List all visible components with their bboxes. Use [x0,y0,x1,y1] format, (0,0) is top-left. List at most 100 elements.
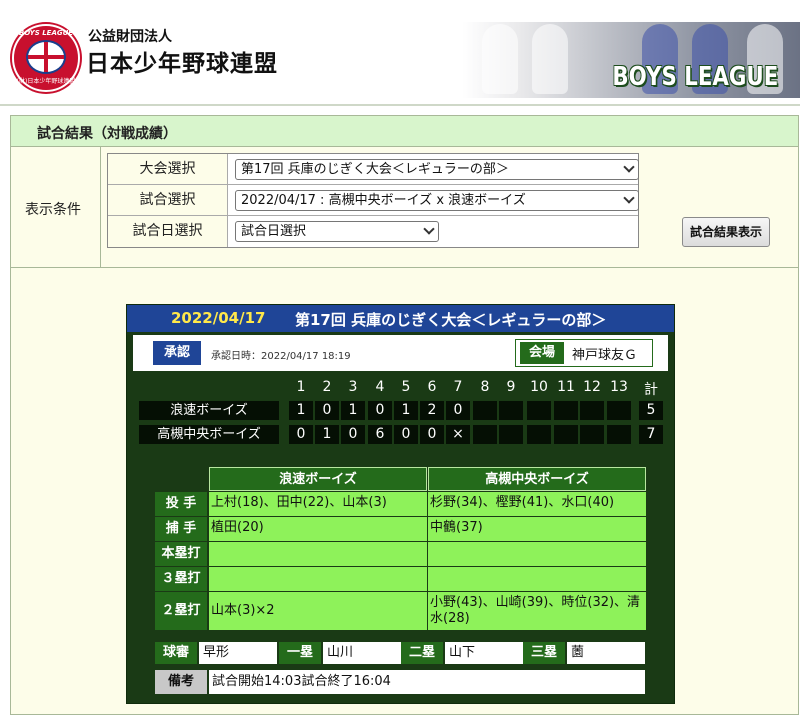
score-cell: 0 [446,401,470,420]
logo-top-text: BOYS LEAGUE [18,29,74,37]
umpire-label: 三塁 [523,642,565,664]
score-cell [473,425,497,444]
tournament-label: 大会選択 [108,154,228,184]
team-name-away: 浪速ボーイズ [139,401,279,420]
total-cell: 7 [639,425,663,444]
score-cell: 1 [315,425,339,444]
game-label: 試合選択 [108,185,228,215]
org-type: 公益財団法人 [88,29,172,45]
condition-area: 大会選択 第17回 兵庫のじぎく大会＜レギュラーの部＞ 試合選択 2022/04… [101,147,798,268]
team-name-home: 高槻中央ボーイズ [139,425,279,444]
pitcher-home: 杉野(34)、樫野(41)、水口(40) [428,492,646,516]
score-cell [527,401,551,420]
score-cell: 0 [394,425,418,444]
score-cell: 1 [394,401,418,420]
score-cell [554,425,578,444]
tournament-row: 大会選択 第17回 兵庫のじぎく大会＜レギュラーの部＞ [108,154,639,185]
approval-bar: 承認 承認日時：2022/04/17 18:19 会場 神戸球友Ｇ [133,335,668,371]
condition-label-cell: 表示条件 [11,147,101,268]
player-silhouette [482,24,518,94]
game-row: 試合選択 2022/04/17 : 高槻中央ボーイズ x 浪速ボーイズ [108,185,639,216]
score-cell: 0 [420,425,444,444]
stats-header-away: 浪速ボーイズ [209,467,427,491]
homerun-label: 本塁打 [155,542,207,566]
inning-number: 5 [401,379,411,395]
inning-number: 2 [322,379,332,395]
double-home: 小野(43)、山崎(39)、時位(32)、清水(28) [428,592,646,630]
game-date-select[interactable]: 試合日選択 [235,221,439,242]
score-cell: 1 [289,401,313,420]
catcher-label: 捕 手 [155,517,207,541]
logo-bottom-text: (財)日本少年野球連盟 [16,78,76,85]
total-header: 計 [644,382,658,398]
inning-number: 11 [557,379,575,395]
catcher-home: 中鶴(37) [428,517,646,541]
inning-number: 9 [506,379,516,395]
total-cell: 5 [639,401,663,420]
org-name[interactable]: 日本少年野球連盟 [86,44,278,78]
inning-number: 1 [296,379,306,395]
score-cell: 1 [341,401,365,420]
score-cell: 0 [368,401,392,420]
site-header: BOYS LEAGUE (財)日本少年野球連盟 公益財団法人 日本少年野球連盟 … [0,0,800,104]
page-title: 試合結果（対戦成績） [37,126,177,142]
score-cell: 2 [420,401,444,420]
triple-label: ３塁打 [155,567,207,591]
umpire-label: 二塁 [401,642,443,664]
score-cell: 0 [289,425,313,444]
boys-league-logo[interactable]: BOYS LEAGUE (財)日本少年野球連盟 [12,24,80,92]
pitcher-away: 上村(18)、田中(22)、山本(3) [209,492,427,516]
chevron-down-icon [423,223,435,235]
result-header: 2022/04/17 第17回 兵庫のじぎく大会＜レギュラーの部＞ [127,305,674,332]
score-cell [607,401,631,420]
stats-header-home: 高槻中央ボーイズ [428,467,646,491]
catcher-away: 植田(20) [209,517,427,541]
show-result-button[interactable]: 試合結果表示 [682,217,770,247]
score-cell: 6 [368,425,392,444]
result-date: 2022/04/17 [171,309,266,327]
score-cell [580,425,604,444]
condition-label: 表示条件 [25,202,81,218]
inning-number: 6 [427,379,437,395]
double-label: ２塁打 [155,592,207,630]
inning-number: 10 [530,379,548,395]
pitcher-label: 投 手 [155,492,207,516]
player-silhouette [532,24,568,94]
game-select[interactable]: 2022/04/17 : 高槻中央ボーイズ x 浪速ボーイズ [235,190,639,211]
score-cell [554,401,578,420]
venue-value: 神戸球友Ｇ [572,348,638,363]
result-title: 第17回 兵庫のじぎく大会＜レギュラーの部＞ [295,311,607,329]
baseball-icon [26,40,66,74]
double-away: 山本(3)×2 [209,592,427,630]
inning-number: 4 [375,379,385,395]
tournament-select[interactable]: 第17回 兵庫のじぎく大会＜レギュラーの部＞ [235,159,639,180]
homerun-home [428,542,646,566]
triple-away [209,567,427,591]
inning-number: 8 [480,379,490,395]
game-result-box: 2022/04/17 第17回 兵庫のじぎく大会＜レギュラーの部＞ 承認 承認日… [126,304,675,704]
umpire-name: 山下 [445,642,523,664]
score-cell: 0 [315,401,339,420]
venue-label: 会場 [520,342,564,364]
approval-time: 承認日時：2022/04/17 18:19 [211,351,351,362]
banner-title: BOYS LEAGUE [612,62,778,92]
score-cell [473,401,497,420]
header-divider [0,104,800,106]
condition-table: 大会選択 第17回 兵庫のじぎく大会＜レギュラーの部＞ 試合選択 2022/04… [107,153,639,248]
score-cell: × [446,425,470,444]
game-date-select-value: 試合日選択 [241,224,307,239]
homerun-away [209,542,427,566]
inning-number: 13 [610,379,628,395]
approval-badge: 承認 [153,341,201,365]
umpire-name: 山川 [323,642,401,664]
venue-box: 会場 神戸球友Ｇ [515,339,653,367]
panel-title-bar: 試合結果（対戦成績） [11,116,798,147]
umpire-label: 球審 [155,642,197,664]
triple-home [428,567,646,591]
score-cell [499,401,523,420]
umpire-name: 早形 [199,642,277,664]
game-select-value: 2022/04/17 : 高槻中央ボーイズ x 浪速ボーイズ [241,193,526,208]
inning-number: 3 [348,379,358,395]
game-date-label: 試合日選択 [108,216,228,247]
score-cell [527,425,551,444]
